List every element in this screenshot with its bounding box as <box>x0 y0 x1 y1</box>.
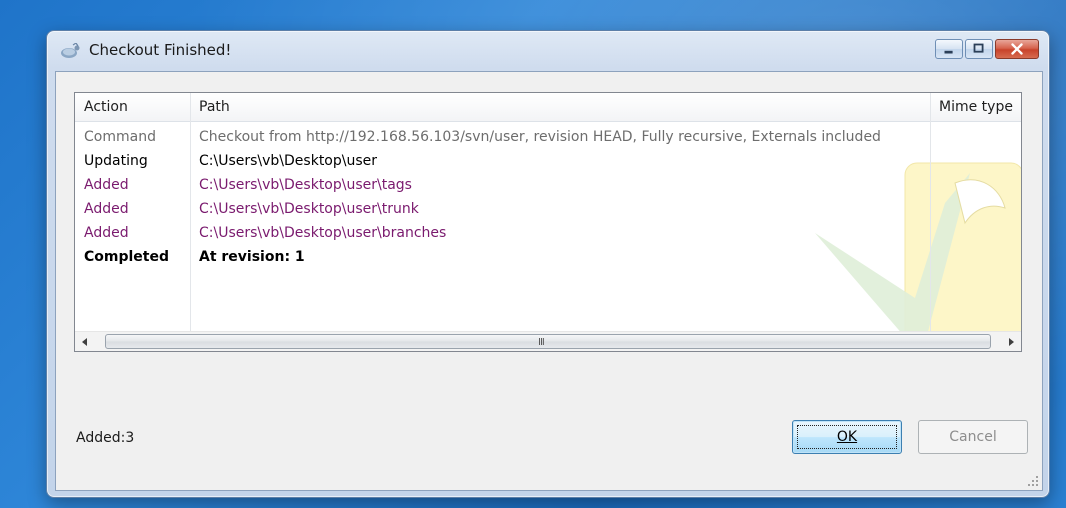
table-row[interactable]: Added C:\Users\vb\Desktop\user\tags <box>75 173 1021 197</box>
title-bar[interactable]: Checkout Finished! <box>47 31 1049 71</box>
scrollbar-grip: III <box>538 337 545 348</box>
row-action: Completed <box>84 249 170 265</box>
row-action: Updating <box>84 153 148 169</box>
table-row[interactable]: Command Checkout from http://192.168.56.… <box>75 125 1021 149</box>
row-path: Checkout from http://192.168.56.103/svn/… <box>199 129 881 145</box>
table-row[interactable]: Completed At revision: 1 <box>75 245 1021 269</box>
caption-buttons <box>933 39 1039 61</box>
row-path: At revision: 1 <box>199 249 305 265</box>
dialog-client-area: Action Path Mime type Command Checkout f… <box>55 71 1043 491</box>
table-row[interactable]: Updating C:\Users\vb\Desktop\user <box>75 149 1021 173</box>
cancel-button[interactable]: Cancel <box>918 420 1028 454</box>
maximize-button[interactable] <box>965 39 993 59</box>
column-header-mime-type[interactable]: Mime type <box>930 93 1021 121</box>
minimize-icon <box>944 50 953 54</box>
column-header-path[interactable]: Path <box>190 93 930 121</box>
close-button[interactable] <box>995 39 1039 59</box>
minimize-button[interactable] <box>935 39 963 59</box>
ok-button[interactable]: OK <box>792 420 902 454</box>
scroll-right-arrow-icon[interactable] <box>1001 332 1021 352</box>
focus-rectangle <box>797 425 897 449</box>
window-title: Checkout Finished! <box>89 41 232 59</box>
results-list[interactable]: Action Path Mime type Command Checkout f… <box>74 92 1022 352</box>
row-action: Command <box>84 129 156 145</box>
horizontal-scrollbar[interactable]: III <box>75 331 1021 352</box>
close-icon <box>1011 43 1023 55</box>
row-path: C:\Users\vb\Desktop\user\trunk <box>199 201 419 217</box>
column-header-action[interactable]: Action <box>75 93 190 121</box>
resize-grip-icon[interactable] <box>1027 475 1039 487</box>
row-action: Added <box>84 225 129 241</box>
column-header: Action Path Mime type <box>75 93 1021 122</box>
summary-status: Added:3 <box>76 430 135 446</box>
table-row[interactable]: Added C:\Users\vb\Desktop\user\trunk <box>75 197 1021 221</box>
checkout-dialog: Checkout Finished! Action Path Mime type… <box>46 30 1050 498</box>
row-path: C:\Users\vb\Desktop\user\branches <box>199 225 447 241</box>
table-row[interactable]: Added C:\Users\vb\Desktop\user\branches <box>75 221 1021 245</box>
row-path: C:\Users\vb\Desktop\user\tags <box>199 177 412 193</box>
row-path: C:\Users\vb\Desktop\user <box>199 153 378 169</box>
tortoisesvn-icon <box>61 43 80 58</box>
scroll-left-arrow-icon[interactable] <box>75 332 95 352</box>
row-action: Added <box>84 201 129 217</box>
row-action: Added <box>84 177 129 193</box>
scrollbar-thumb[interactable]: III <box>105 334 991 349</box>
maximize-icon <box>973 43 984 53</box>
